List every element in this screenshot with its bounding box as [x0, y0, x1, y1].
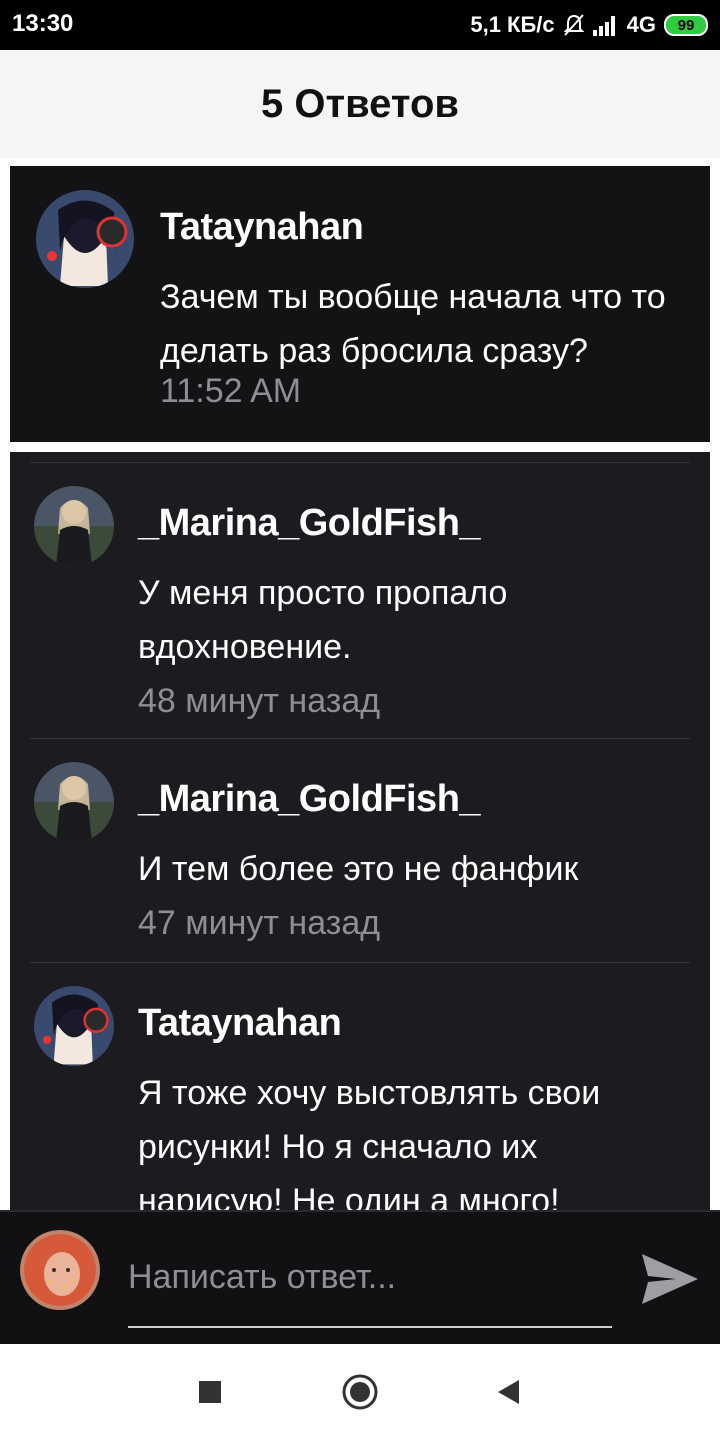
- status-time: 13:30: [12, 10, 74, 37]
- divider: [30, 462, 690, 463]
- back-button[interactable]: [488, 1372, 528, 1412]
- send-icon: [642, 1254, 698, 1304]
- reply-input[interactable]: [128, 1248, 612, 1328]
- net-speed: 5,1 КБ/с: [470, 12, 555, 37]
- reply-item: _Marina_GoldFish_ У меня просто пропало …: [10, 462, 710, 738]
- network-type: 4G: [626, 12, 656, 37]
- battery-level: 99: [677, 16, 695, 34]
- home-button[interactable]: [340, 1372, 380, 1412]
- replies-list[interactable]: _Marina_GoldFish_ У меня просто пропало …: [10, 452, 710, 1210]
- comment-time: 48 минут назад: [138, 682, 381, 720]
- divider: [30, 738, 690, 739]
- signal-icon: [592, 14, 619, 36]
- square-recents-icon: [199, 1381, 221, 1403]
- divider: [30, 962, 690, 963]
- parent-comment: Tataynahan Зачем ты вообще начала что то…: [10, 166, 710, 442]
- comment-text: Зачем ты вообще начала что то делать раз…: [160, 278, 666, 370]
- avatar-image: [34, 762, 114, 842]
- comment-author[interactable]: _Marina_GoldFish_: [138, 778, 481, 821]
- system-nav-bar: [0, 1344, 720, 1440]
- comment-text: Я тоже хочу выстовлять свои рисунки! Но …: [138, 1074, 601, 1210]
- page-title: 5 Ответов: [261, 81, 459, 126]
- avatar-image: [36, 190, 134, 288]
- comment-author[interactable]: _Marina_GoldFish_: [138, 502, 481, 545]
- avatar-image: [20, 1230, 100, 1310]
- avatar[interactable]: [34, 762, 114, 842]
- reply-item: _Marina_GoldFish_ И тем более это не фан…: [10, 738, 710, 962]
- circle-home-icon: [342, 1374, 378, 1410]
- status-bar: 13:30 5,1 КБ/с 4G 99: [0, 0, 720, 50]
- comment-author[interactable]: Tataynahan: [138, 1002, 342, 1045]
- status-indicators: 5,1 КБ/с 4G 99: [470, 10, 708, 40]
- comment-time: 47 минут назад: [138, 904, 381, 942]
- avatar-image: [34, 486, 114, 566]
- recents-button[interactable]: [190, 1372, 230, 1412]
- comment-text: У меня просто пропало вдохновение.: [138, 574, 508, 666]
- comment-text: И тем более это не фанфик: [138, 850, 579, 888]
- send-button[interactable]: [640, 1252, 700, 1306]
- battery-icon: 99: [664, 14, 708, 36]
- avatar: [20, 1230, 100, 1310]
- avatar[interactable]: [34, 486, 114, 566]
- comment-author[interactable]: Tataynahan: [160, 206, 364, 249]
- avatar[interactable]: [34, 986, 114, 1066]
- avatar[interactable]: [36, 190, 134, 288]
- avatar-image: [34, 986, 114, 1066]
- header: 5 Ответов: [0, 50, 720, 158]
- reply-item: Tataynahan Я тоже хочу выстовлять свои р…: [10, 962, 710, 1210]
- comment-time: 11:52 AM: [160, 372, 302, 410]
- reply-composer: [0, 1210, 720, 1344]
- triangle-back-icon: [498, 1380, 519, 1404]
- bell-muted-icon: [563, 14, 585, 36]
